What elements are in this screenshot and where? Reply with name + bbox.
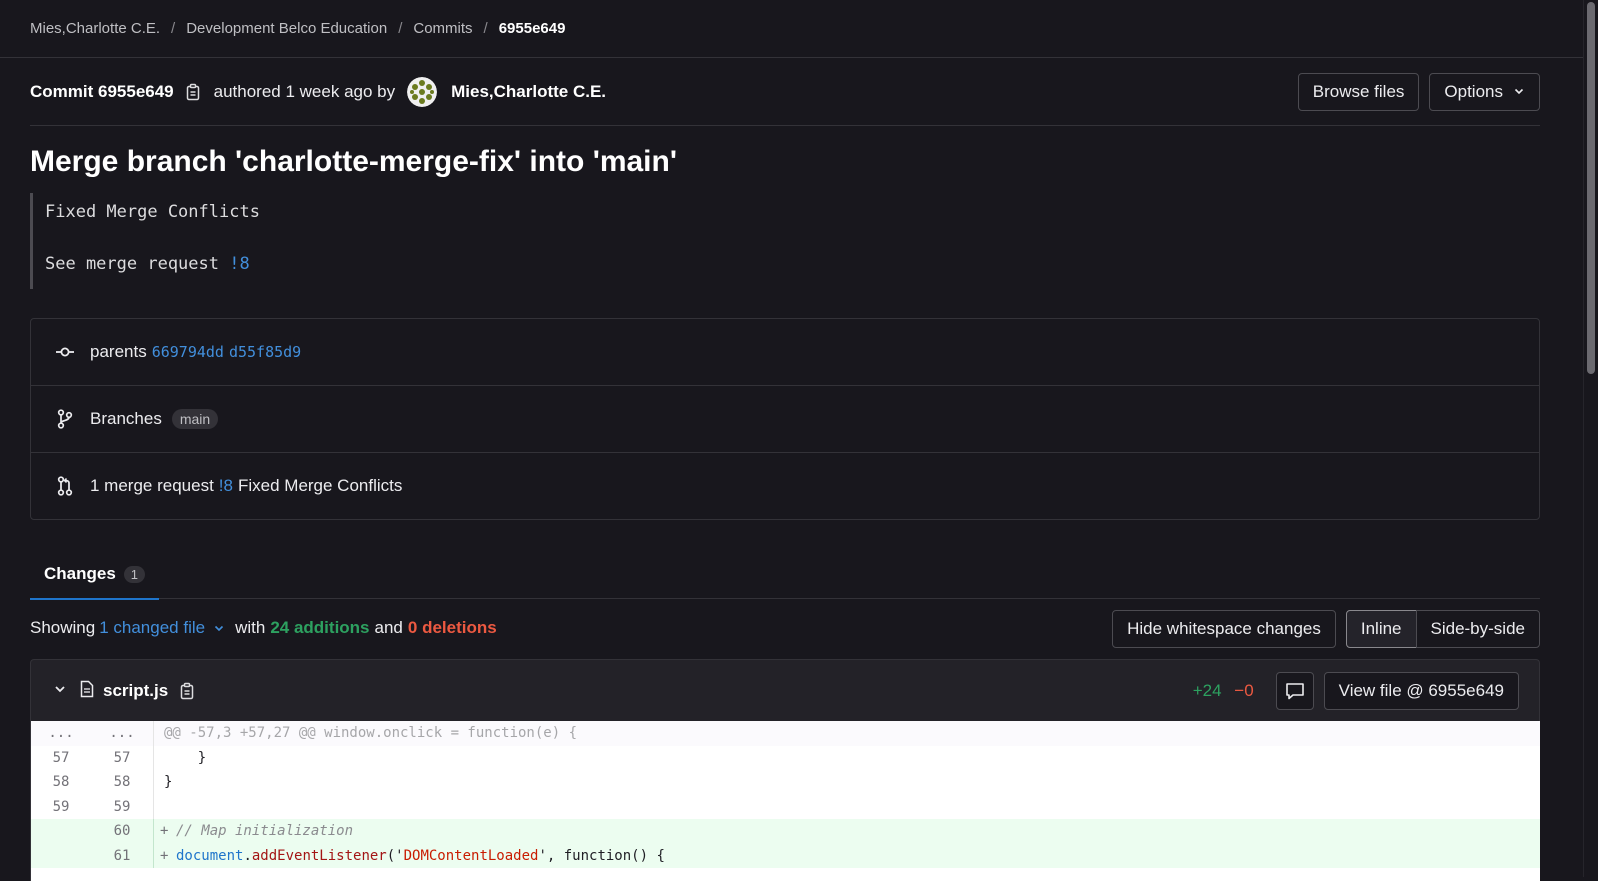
header-actions: Browse files Options xyxy=(1297,73,1540,111)
breadcrumb-separator: / xyxy=(483,20,488,37)
code-line: // Map initialization xyxy=(176,823,354,840)
view-file-button[interactable]: View file @ 6955e649 xyxy=(1323,672,1519,710)
file-stats: +24 −0 xyxy=(1193,681,1254,701)
commit-message-line: See merge request !8 xyxy=(45,254,250,274)
deletions-count: 0 deletions xyxy=(407,618,497,637)
new-line-number[interactable]: 57 xyxy=(91,745,154,770)
browse-files-button[interactable]: Browse files xyxy=(1297,73,1420,111)
summary-showing: Showing xyxy=(30,618,96,637)
tab-changes-label: Changes xyxy=(44,564,116,583)
code-line: } xyxy=(164,774,173,791)
diff-content: ... ... @@ -57,3 +57,27 @@ window.onclic… xyxy=(30,721,1540,881)
new-line-number[interactable]: 61 xyxy=(91,843,154,868)
author-name[interactable]: Mies,Charlotte C.E. xyxy=(451,82,606,102)
merge-request-title: Fixed Merge Conflicts xyxy=(237,476,403,495)
merge-request-count: 1 merge request xyxy=(90,476,214,495)
diff-line: 57 57 } xyxy=(31,745,1540,770)
diff-view-controls: Hide whitespace changes Inline Side-by-s… xyxy=(1112,610,1540,648)
breadcrumb-separator: / xyxy=(171,20,176,37)
authored-text: authored 1 week ago by xyxy=(213,82,396,101)
breadcrumb-item-user[interactable]: Mies,Charlotte C.E. xyxy=(30,20,160,37)
new-line-number[interactable]: ... xyxy=(91,721,154,746)
commit-label: Commit 6955e649 xyxy=(30,82,174,101)
commit-info-box: parents 669794dd d55f85d9 Branches main … xyxy=(30,318,1540,520)
file-icon xyxy=(79,680,95,703)
commit-header: Commit 6955e649 authored 1 week ago by M… xyxy=(30,72,1540,112)
branch-badge[interactable]: main xyxy=(171,409,219,429)
old-line-number[interactable]: 58 xyxy=(31,774,91,790)
parents-label: parents xyxy=(90,342,147,361)
breadcrumb: Mies,Charlotte C.E. / Development Belco … xyxy=(30,20,565,37)
changed-files-dropdown[interactable]: 1 changed file xyxy=(99,618,205,638)
file-name[interactable]: script.js xyxy=(103,681,168,701)
addition-marker: + xyxy=(160,847,169,864)
branches-label: Branches xyxy=(90,409,162,428)
additions-count: 24 additions xyxy=(270,618,370,637)
copy-icon[interactable] xyxy=(176,680,198,702)
tab-changes-count: 1 xyxy=(123,565,146,583)
commit-icon xyxy=(55,342,75,362)
diff-line: 59 59 xyxy=(31,794,1540,819)
old-line-number[interactable]: 59 xyxy=(31,799,91,815)
commit-tabs: Changes 1 xyxy=(30,550,1540,600)
new-line-number[interactable]: 59 xyxy=(91,794,154,819)
branch-icon xyxy=(55,409,75,429)
code-line: document.addEventListener('DOMContentLoa… xyxy=(176,847,665,864)
top-divider xyxy=(0,57,1598,58)
avatar[interactable] xyxy=(407,77,438,107)
new-line-number[interactable]: 58 xyxy=(91,770,154,795)
breadcrumb-item-commits[interactable]: Commits xyxy=(413,20,472,37)
copy-icon[interactable] xyxy=(182,81,204,103)
diff-line-added: 61 + document.addEventListener('DOMConten… xyxy=(31,843,1540,868)
new-line-number[interactable]: 60 xyxy=(91,819,154,844)
commit-title: Merge branch 'charlotte-merge-fix' into … xyxy=(30,145,677,178)
comment-icon xyxy=(1285,682,1305,700)
hunk-text: @@ -57,3 +57,27 @@ window.onclick = func… xyxy=(164,725,578,742)
old-line-number[interactable]: ... xyxy=(31,725,91,741)
addition-marker: + xyxy=(160,823,169,840)
merge-request-link[interactable]: !8 xyxy=(229,254,249,274)
diff-line-added: 60 + // Map initialization xyxy=(31,819,1540,844)
summary-and: and xyxy=(374,618,403,637)
breadcrumb-item-project[interactable]: Development Belco Education xyxy=(186,20,387,37)
options-button[interactable]: Options xyxy=(1429,73,1540,111)
header-divider xyxy=(30,125,1540,126)
commit-message: Fixed Merge Conflicts See merge request … xyxy=(30,193,260,289)
branches-row: Branches main xyxy=(31,386,1539,453)
comment-button[interactable] xyxy=(1275,672,1314,710)
tab-changes[interactable]: Changes 1 xyxy=(30,550,160,600)
file-header: script.js +24 −0 View file @ 6955e649 xyxy=(30,659,1540,722)
chevron-down-icon[interactable] xyxy=(53,682,67,701)
commit-message-line: Fixed Merge Conflicts xyxy=(45,202,260,222)
breadcrumb-separator: / xyxy=(398,20,403,37)
parent-sha-link[interactable]: d55f85d9 xyxy=(229,343,301,361)
merge-request-link[interactable]: !8 xyxy=(219,476,233,496)
page-scrollbar[interactable] xyxy=(1583,0,1598,877)
parents-row: parents 669794dd d55f85d9 xyxy=(31,319,1539,386)
breadcrumb-item-current[interactable]: 6955e649 xyxy=(499,20,566,37)
code-line: } xyxy=(164,749,207,766)
options-label: Options xyxy=(1444,82,1503,101)
file-additions: +24 xyxy=(1192,681,1222,700)
hide-whitespace-button[interactable]: Hide whitespace changes xyxy=(1112,610,1336,648)
diff-summary: Showing 1 changed file with 24 additions… xyxy=(30,618,497,638)
side-by-side-view-button[interactable]: Side-by-side xyxy=(1415,610,1540,648)
chevron-down-icon[interactable] xyxy=(213,622,225,634)
diff-view-toggle: Inline Side-by-side xyxy=(1345,610,1540,648)
old-line-number[interactable]: 57 xyxy=(31,750,91,766)
file-deletions: −0 xyxy=(1234,681,1254,700)
chevron-down-icon xyxy=(1513,82,1525,102)
merge-requests-row: 1 merge request !8 Fixed Merge Conflicts xyxy=(31,453,1539,519)
diff-line: 58 58 } xyxy=(31,770,1540,795)
scrollbar-thumb[interactable] xyxy=(1587,2,1595,374)
parent-sha-link[interactable]: 669794dd xyxy=(152,343,224,361)
summary-with: with xyxy=(235,618,266,637)
merge-request-icon xyxy=(55,476,75,496)
diff-hunk-header: ... ... @@ -57,3 +57,27 @@ window.onclic… xyxy=(31,721,1540,746)
inline-view-button[interactable]: Inline xyxy=(1345,610,1417,648)
